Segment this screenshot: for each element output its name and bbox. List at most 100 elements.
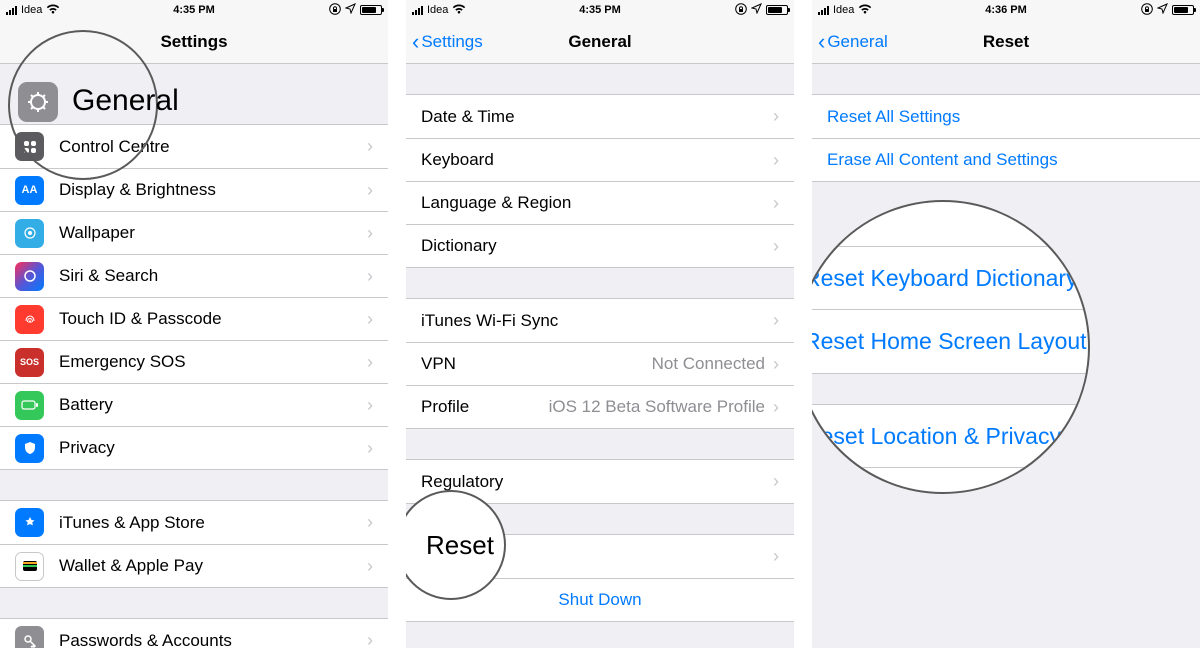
chevron-right-icon: › bbox=[367, 266, 373, 287]
settings-row-wallet[interactable]: Wallet & Apple Pay › bbox=[0, 544, 388, 587]
sos-icon: SOS bbox=[15, 348, 44, 377]
passwords-icon bbox=[15, 626, 44, 648]
chevron-right-icon: › bbox=[367, 512, 373, 533]
row-date-time[interactable]: Date & Time › bbox=[406, 95, 794, 138]
settings-row-control-centre[interactable]: Control Centre › bbox=[0, 125, 388, 168]
row-label: Reset Keyboard Dictionary bbox=[812, 265, 1078, 292]
orientation-lock-icon bbox=[735, 3, 747, 18]
battery-icon bbox=[360, 5, 382, 15]
wallpaper-icon bbox=[15, 219, 44, 248]
page-title: Reset bbox=[983, 32, 1029, 52]
row-label: Touch ID & Passcode bbox=[59, 309, 367, 329]
row-label: Reset Home Screen Layout bbox=[812, 328, 1087, 355]
chevron-right-icon: › bbox=[773, 106, 779, 127]
magnify-circle-reset-options: Reset Keyboard Dictionary Reset Home Scr… bbox=[812, 200, 1090, 494]
status-time: 4:36 PM bbox=[985, 4, 1027, 16]
row-label: Language & Region bbox=[421, 193, 773, 213]
settings-row-passwords[interactable]: Passwords & Accounts › bbox=[0, 619, 388, 648]
row-regulatory[interactable]: Regulatory › bbox=[406, 460, 794, 503]
settings-row-appstore[interactable]: iTunes & App Store › bbox=[0, 501, 388, 544]
wifi-icon bbox=[46, 3, 60, 17]
chevron-right-icon: › bbox=[773, 236, 779, 257]
row-reset-keyboard-dictionary[interactable]: Reset Keyboard Dictionary bbox=[812, 246, 1088, 310]
row-vpn[interactable]: VPN Not Connected › bbox=[406, 342, 794, 385]
signal-bars-icon bbox=[6, 5, 17, 15]
back-button[interactable]: ‹ General bbox=[818, 20, 888, 64]
chevron-left-icon: ‹ bbox=[412, 29, 419, 55]
row-label: Control Centre bbox=[59, 137, 367, 157]
page-title: General bbox=[568, 32, 631, 52]
chevron-right-icon: › bbox=[773, 354, 779, 375]
chevron-right-icon: › bbox=[367, 309, 373, 330]
privacy-icon bbox=[15, 434, 44, 463]
row-label: Wallet & Apple Pay bbox=[59, 556, 367, 576]
settings-row-privacy[interactable]: Privacy › bbox=[0, 426, 388, 469]
row-label: Wallpaper bbox=[59, 223, 367, 243]
nav-bar: ‹ Settings General bbox=[406, 20, 794, 64]
general-group-1: Date & Time › Keyboard › Language & Regi… bbox=[406, 94, 794, 268]
back-button[interactable]: ‹ Settings bbox=[412, 20, 483, 64]
row-label: Display & Brightness bbox=[59, 180, 367, 200]
row-label: Reset All Settings bbox=[827, 107, 1185, 127]
location-icon bbox=[345, 3, 356, 17]
touchid-icon bbox=[15, 305, 44, 334]
row-label: Privacy bbox=[59, 438, 367, 458]
location-icon bbox=[1157, 3, 1168, 17]
chevron-right-icon: › bbox=[773, 471, 779, 492]
carrier-label: Idea bbox=[21, 4, 42, 16]
settings-row-siri[interactable]: Siri & Search › bbox=[0, 254, 388, 297]
row-label: Profile bbox=[421, 397, 549, 417]
row-reset-home-screen[interactable]: Reset Home Screen Layout bbox=[812, 310, 1088, 374]
chevron-left-icon: ‹ bbox=[818, 29, 825, 55]
settings-row-battery[interactable]: Battery › bbox=[0, 383, 388, 426]
chevron-right-icon: › bbox=[367, 223, 373, 244]
row-detail: iOS 12 Beta Software Profile bbox=[549, 397, 765, 417]
row-keyboard[interactable]: Keyboard › bbox=[406, 138, 794, 181]
row-erase-all-content[interactable]: Erase All Content and Settings bbox=[812, 138, 1200, 181]
general-group-4: Reset › Shut Down bbox=[406, 534, 794, 622]
row-label: VPN bbox=[421, 354, 652, 374]
wallet-icon bbox=[15, 552, 44, 581]
row-label: Dictionary bbox=[421, 236, 773, 256]
row-shutdown[interactable]: Shut Down bbox=[406, 578, 794, 621]
wifi-icon bbox=[452, 3, 466, 17]
settings-group-1: Control Centre › AA Display & Brightness… bbox=[0, 124, 388, 470]
row-itunes-wifi-sync[interactable]: iTunes Wi-Fi Sync › bbox=[406, 299, 794, 342]
chevron-right-icon: › bbox=[367, 395, 373, 416]
row-language-region[interactable]: Language & Region › bbox=[406, 181, 794, 224]
reset-screen: Idea 4:36 PM ‹ General Reset Reset All S… bbox=[812, 0, 1200, 648]
row-dictionary[interactable]: Dictionary › bbox=[406, 224, 794, 267]
status-bar: Idea 4:35 PM bbox=[406, 0, 794, 20]
location-icon bbox=[751, 3, 762, 17]
row-label: Erase All Content and Settings bbox=[827, 150, 1185, 170]
page-title: Settings bbox=[160, 32, 227, 52]
orientation-lock-icon bbox=[1141, 3, 1153, 18]
row-label: Passwords & Accounts bbox=[59, 631, 367, 648]
row-label: Date & Time bbox=[421, 107, 773, 127]
row-detail: Not Connected bbox=[652, 354, 765, 374]
chevron-right-icon: › bbox=[367, 136, 373, 157]
appstore-icon bbox=[15, 508, 44, 537]
chevron-right-icon: › bbox=[367, 180, 373, 201]
chevron-right-icon: › bbox=[367, 630, 373, 648]
status-bar: Idea 4:35 PM bbox=[0, 0, 388, 20]
row-reset[interactable]: Reset › bbox=[406, 535, 794, 578]
settings-row-sos[interactable]: SOS Emergency SOS › bbox=[0, 340, 388, 383]
row-reset-location-privacy[interactable]: Reset Location & Privacy bbox=[812, 404, 1088, 468]
back-label: General bbox=[827, 32, 887, 52]
settings-row-display[interactable]: AA Display & Brightness › bbox=[0, 168, 388, 211]
general-group-3: Regulatory › bbox=[406, 459, 794, 504]
row-profile[interactable]: Profile iOS 12 Beta Software Profile › bbox=[406, 385, 794, 428]
general-screen: Idea 4:35 PM ‹ Settings General Date & T… bbox=[406, 0, 794, 648]
settings-row-wallpaper[interactable]: Wallpaper › bbox=[0, 211, 388, 254]
carrier-label: Idea bbox=[427, 4, 448, 16]
settings-row-touchid[interactable]: Touch ID & Passcode › bbox=[0, 297, 388, 340]
chevron-right-icon: › bbox=[367, 438, 373, 459]
chevron-right-icon: › bbox=[773, 193, 779, 214]
orientation-lock-icon bbox=[329, 3, 341, 18]
wifi-icon bbox=[858, 3, 872, 17]
back-label: Settings bbox=[421, 32, 482, 52]
row-reset-all-settings[interactable]: Reset All Settings bbox=[812, 95, 1200, 138]
nav-bar: ‹ General Reset bbox=[812, 20, 1200, 64]
row-label: Reset Location & Privacy bbox=[812, 423, 1061, 450]
